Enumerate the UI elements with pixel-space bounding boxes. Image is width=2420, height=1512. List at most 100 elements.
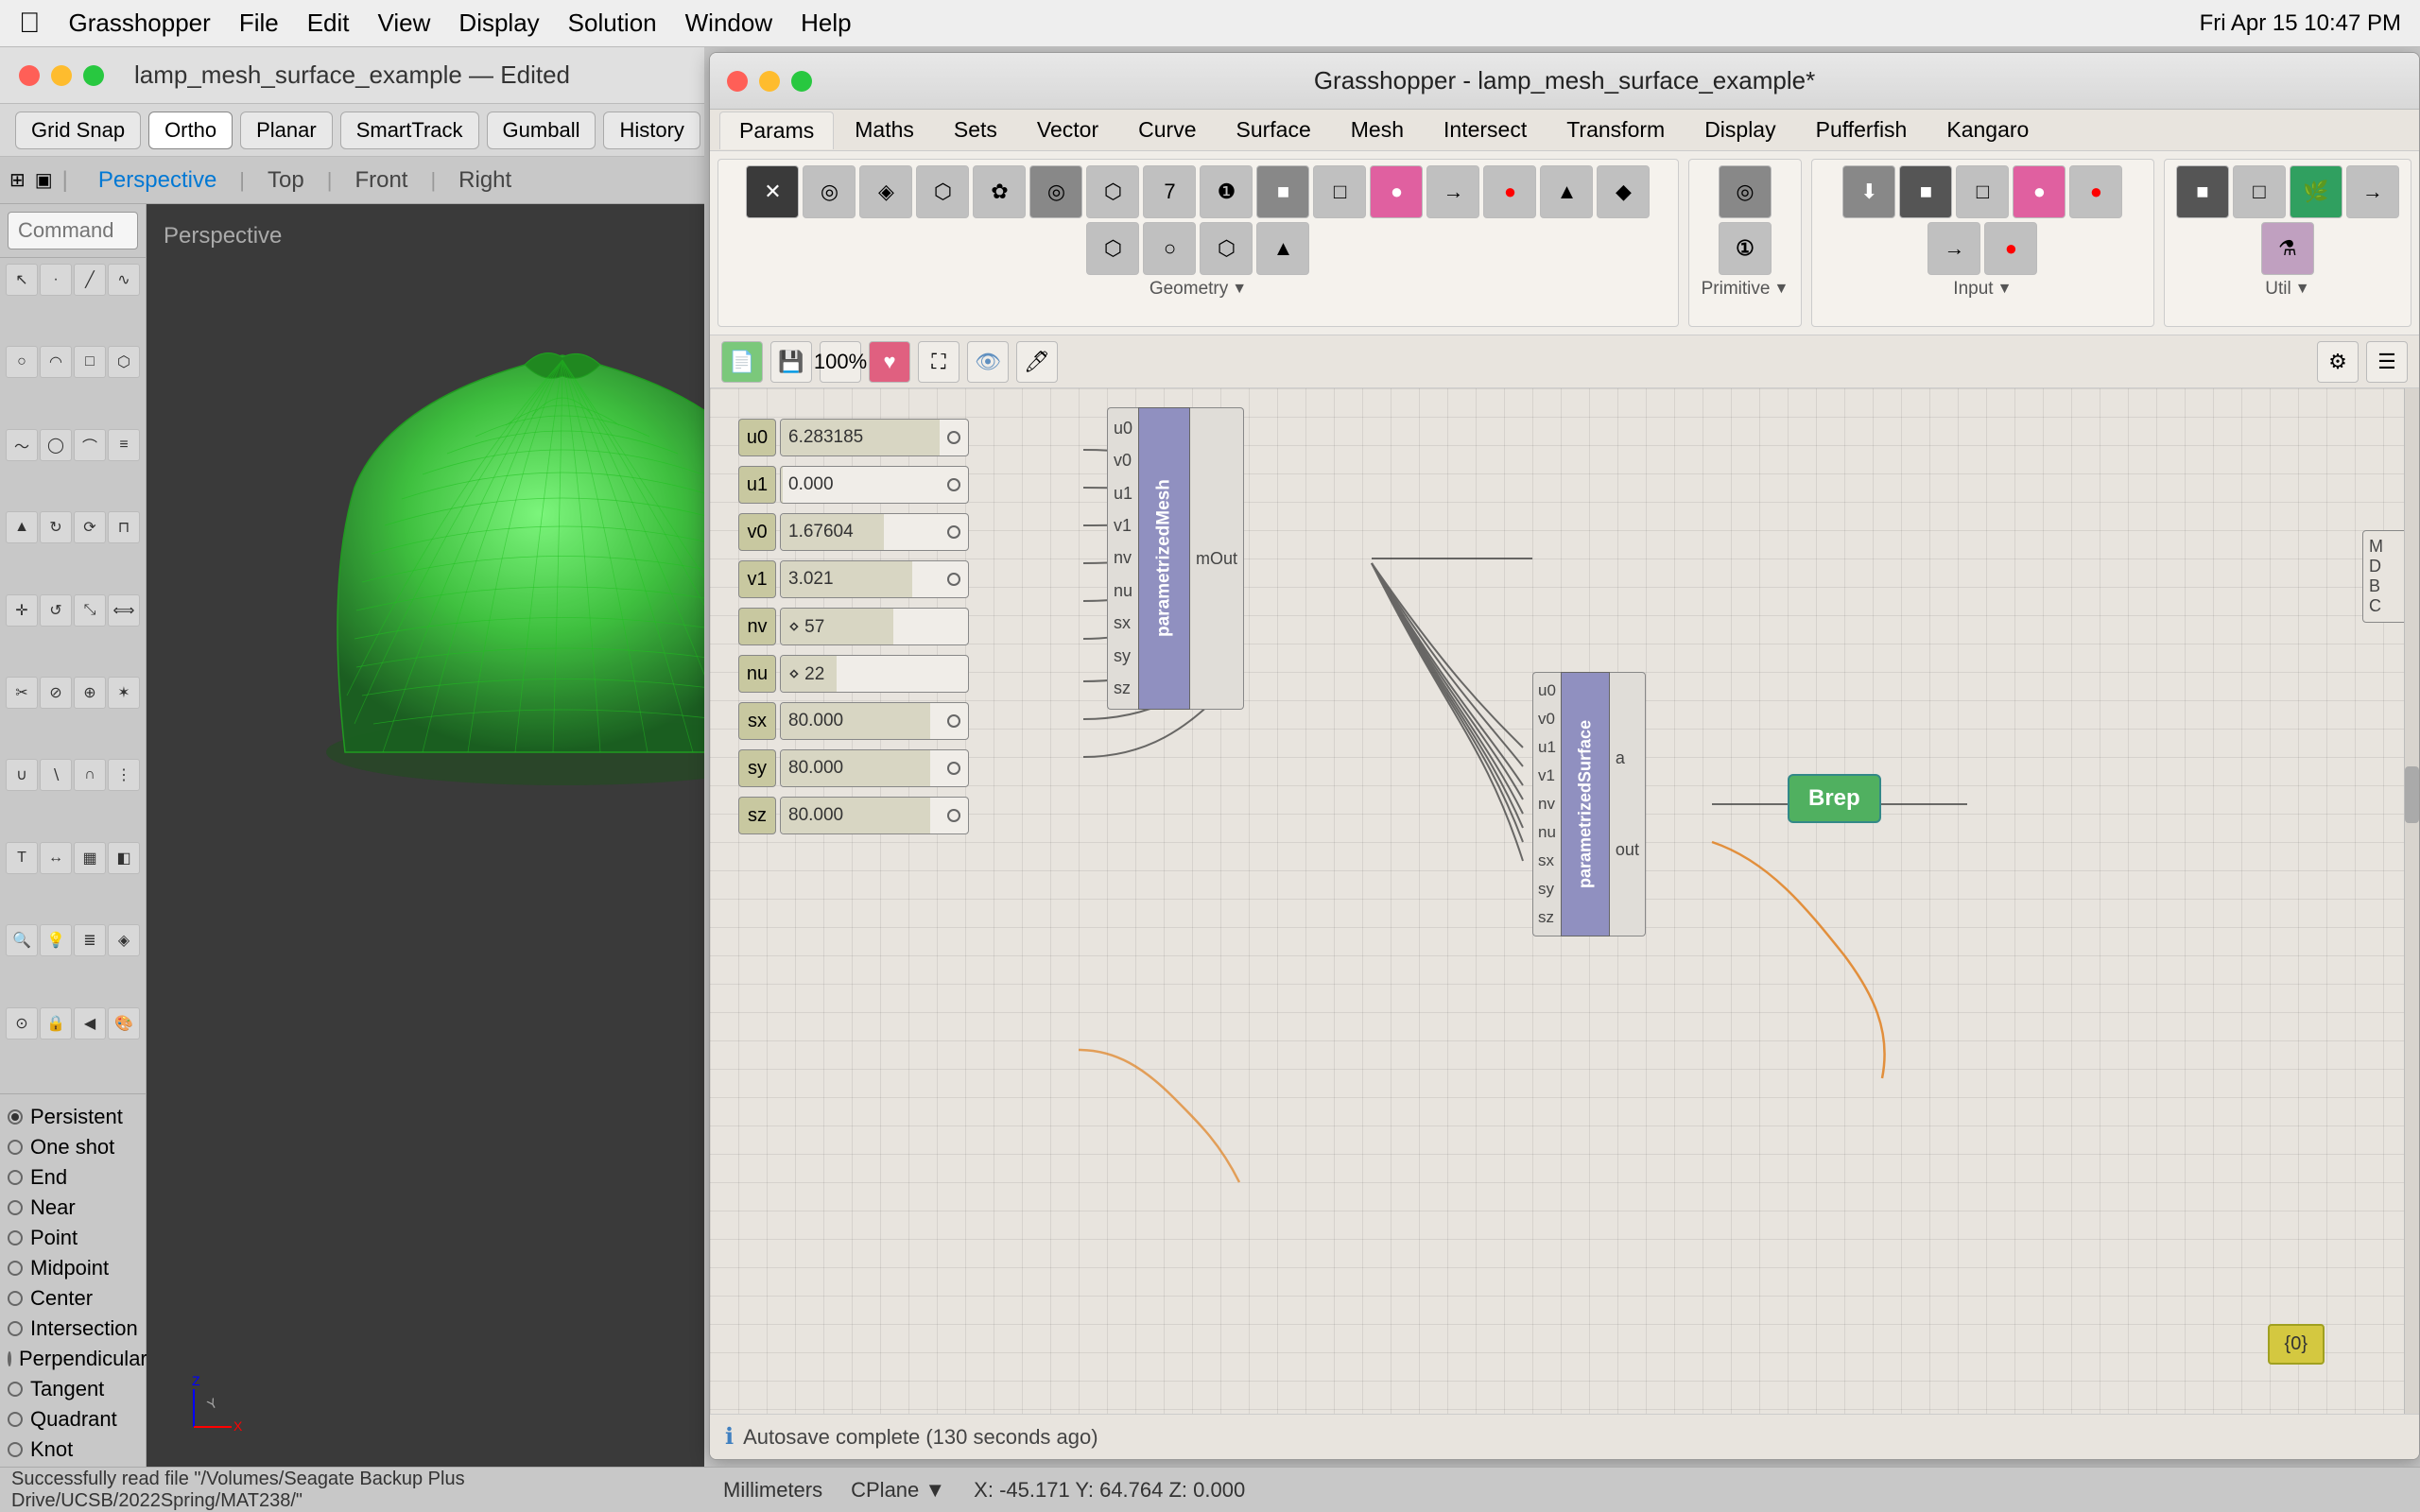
- boolean-int[interactable]: ∩: [74, 759, 106, 791]
- light-tool[interactable]: 💡: [40, 924, 72, 956]
- tab-top[interactable]: Top: [249, 162, 323, 199]
- gh-zoom-heart[interactable]: ♥: [869, 341, 910, 383]
- icon-circle2[interactable]: ◎: [1029, 165, 1082, 218]
- osnap-midpoint[interactable]: Midpoint: [8, 1253, 138, 1283]
- icon-flower[interactable]: ✿: [973, 165, 1026, 218]
- brep-node[interactable]: Brep: [1788, 774, 1881, 823]
- icon-bold1[interactable]: ❶: [1200, 165, 1253, 218]
- apple-menu[interactable]: : [19, 8, 41, 40]
- text-tool[interactable]: T: [6, 842, 38, 874]
- icon-input-arrow[interactable]: →: [1927, 222, 1980, 275]
- gh-scrollbar-thumb-v[interactable]: [2405, 766, 2419, 823]
- curve-tool[interactable]: ∿: [108, 264, 140, 296]
- param-label-u1[interactable]: u1: [738, 466, 776, 504]
- osnap-perpendicular[interactable]: Perpendicular: [8, 1344, 138, 1374]
- tab-front[interactable]: Front: [336, 162, 426, 199]
- block-tool[interactable]: ◧: [108, 842, 140, 874]
- param-slider-v0[interactable]: 1.67604: [780, 513, 969, 551]
- tab-mesh[interactable]: Mesh: [1332, 112, 1423, 148]
- tab-curve[interactable]: Curve: [1119, 112, 1215, 148]
- icon-prim-circle[interactable]: ◎: [1719, 165, 1772, 218]
- param-slider-u1[interactable]: 0.000: [780, 466, 969, 504]
- osnap-knot[interactable]: Knot: [8, 1435, 138, 1465]
- param-slider-nv[interactable]: ⋄ 57: [780, 608, 969, 645]
- snap-tool[interactable]: ⊙: [6, 1007, 38, 1040]
- parametrized-surface-node[interactable]: u0 v0 u1 v1 nv nu sx sy sz parametrizedS…: [1532, 672, 1646, 936]
- gh-new-btn[interactable]: 📄: [721, 341, 763, 383]
- freeform-tool[interactable]: 〜: [6, 429, 38, 461]
- tab-pufferfish[interactable]: Pufferfish: [1797, 112, 1927, 148]
- param-label-sx[interactable]: sx: [738, 702, 776, 740]
- viewport-split-icon[interactable]: ⊞: [9, 168, 26, 192]
- tab-intersect[interactable]: Intersect: [1425, 112, 1546, 148]
- tab-transform[interactable]: Transform: [1547, 112, 1684, 148]
- param-label-sz[interactable]: sz: [738, 797, 776, 834]
- tab-right[interactable]: Right: [440, 162, 530, 199]
- viewport-layout-icon[interactable]: ▣: [35, 168, 53, 192]
- planar-button[interactable]: Planar: [240, 112, 333, 149]
- tab-maths[interactable]: Maths: [836, 112, 933, 148]
- menu-window[interactable]: Window: [685, 9, 772, 38]
- icon-arrow[interactable]: →: [1426, 165, 1479, 218]
- menu-view[interactable]: View: [378, 9, 431, 38]
- param-slider-sx[interactable]: 80.000: [780, 702, 969, 740]
- param-label-u0[interactable]: u0: [738, 419, 776, 456]
- boolean-diff[interactable]: ∖: [40, 759, 72, 791]
- param-slider-v1[interactable]: 3.021: [780, 560, 969, 598]
- icon-circle1[interactable]: ◎: [803, 165, 856, 218]
- join-tool[interactable]: ⊕: [74, 677, 106, 709]
- icon-input-pink[interactable]: ●: [2013, 165, 2066, 218]
- offset-tool[interactable]: ≡: [108, 429, 140, 461]
- extrude-tool[interactable]: ▲: [6, 511, 38, 543]
- osnap-oneshot[interactable]: One shot: [8, 1132, 138, 1162]
- gh-scrollbar-v[interactable]: [2404, 388, 2419, 1459]
- dim-tool[interactable]: ↔: [40, 842, 72, 874]
- icon-sq1[interactable]: ■: [1256, 165, 1309, 218]
- tab-params[interactable]: Params: [719, 112, 834, 149]
- split-tool[interactable]: ⊘: [40, 677, 72, 709]
- icon-tri1[interactable]: ▲: [1540, 165, 1593, 218]
- gh-save-btn[interactable]: 💾: [770, 341, 812, 383]
- analyze-tool[interactable]: 🔍: [6, 924, 38, 956]
- ortho-button[interactable]: Ortho: [148, 112, 233, 149]
- rect-tool[interactable]: □: [74, 346, 106, 378]
- icon-hex2[interactable]: ⬡: [1086, 165, 1139, 218]
- param-label-nu[interactable]: nu: [738, 655, 776, 693]
- icon-input-cherry[interactable]: ●: [2069, 165, 2122, 218]
- osnap-intersection[interactable]: Intersection: [8, 1314, 138, 1344]
- gumball-button[interactable]: Gumball: [487, 112, 596, 149]
- icon-circle3[interactable]: ○: [1143, 222, 1196, 275]
- mirror-tool[interactable]: ⟺: [108, 594, 140, 627]
- icon-hex4[interactable]: ⬡: [1200, 222, 1253, 275]
- circle-tool[interactable]: ○: [6, 346, 38, 378]
- tab-perspective[interactable]: Perspective: [79, 162, 235, 199]
- blend-tool[interactable]: ⌒: [74, 429, 106, 461]
- material-tool[interactable]: ◈: [108, 924, 140, 956]
- icon-pink[interactable]: ●: [1370, 165, 1423, 218]
- icon-tri2[interactable]: ▲: [1256, 222, 1309, 275]
- param-label-nv[interactable]: nv: [738, 608, 776, 645]
- param-slider-u0[interactable]: 6.283185: [780, 419, 969, 456]
- tab-sets[interactable]: Sets: [935, 112, 1016, 148]
- osnap-near[interactable]: Near: [8, 1193, 138, 1223]
- icon-num7[interactable]: 7: [1143, 165, 1196, 218]
- loft-tool[interactable]: ⊓: [108, 511, 140, 543]
- param-slider-sy[interactable]: 80.000: [780, 749, 969, 787]
- param-slider-sz[interactable]: 80.000: [780, 797, 969, 834]
- move-tool[interactable]: ✛: [6, 594, 38, 627]
- point-tool[interactable]: ·: [40, 264, 72, 296]
- gh-maximize-button[interactable]: [791, 71, 812, 92]
- menu-grasshopper[interactable]: Grasshopper: [69, 9, 211, 38]
- boolean-union[interactable]: ∪: [6, 759, 38, 791]
- lock-tool[interactable]: 🔒: [40, 1007, 72, 1040]
- menu-file[interactable]: File: [239, 9, 279, 38]
- param-label-v1[interactable]: v1: [738, 560, 776, 598]
- close-button[interactable]: [19, 65, 40, 86]
- icon-util-green[interactable]: 🌿: [2290, 165, 2342, 218]
- gh-settings-btn[interactable]: ⚙: [2317, 341, 2359, 383]
- icon-x[interactable]: ✕: [746, 165, 799, 218]
- rhino-viewport[interactable]: Perspective: [147, 204, 704, 1503]
- scale-tool[interactable]: ⤡: [74, 594, 106, 627]
- visibility-tool[interactable]: ◀: [74, 1007, 106, 1040]
- rotate-tool[interactable]: ↺: [40, 594, 72, 627]
